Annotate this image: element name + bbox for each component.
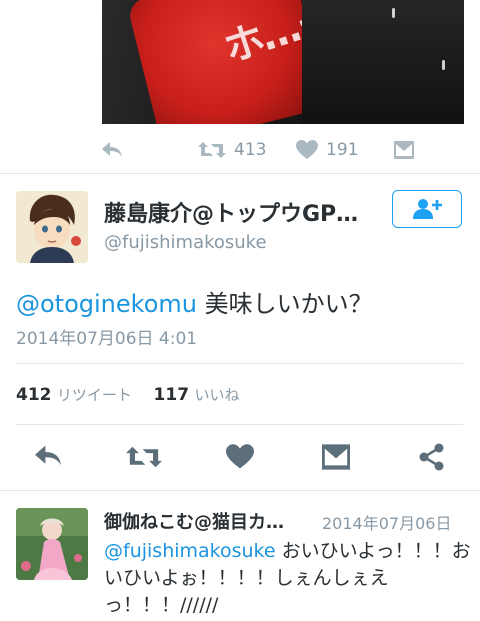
- tweet-body: 美味しいかい？: [196, 290, 373, 318]
- retweets-count[interactable]: 412: [16, 385, 52, 405]
- photo-speck: [392, 8, 395, 18]
- prev-tweet-actions: 413 191: [0, 130, 480, 170]
- direct-message-icon[interactable]: [394, 141, 414, 159]
- photo-speck: [442, 60, 445, 70]
- mention-link[interactable]: @fujishimakosuke: [104, 540, 276, 562]
- divider: [16, 424, 463, 425]
- like-count: 191: [326, 140, 359, 160]
- like-icon[interactable]: [296, 140, 318, 160]
- avatar[interactable]: [16, 191, 88, 263]
- retweets-label[interactable]: リツイート: [57, 386, 132, 404]
- reply-display-name[interactable]: 御伽ねこむ@猫目カ…: [104, 508, 284, 534]
- share-icon[interactable]: [418, 443, 446, 471]
- retweet-icon[interactable]: [198, 140, 226, 160]
- avatar[interactable]: [16, 508, 88, 580]
- reply-icon[interactable]: [32, 443, 64, 469]
- tweet-photo[interactable]: ホ…ートーセ: [102, 0, 464, 124]
- mention-link[interactable]: @otoginekomu: [16, 290, 197, 318]
- reply-date: 2014年07月06日: [322, 514, 452, 533]
- reply-text: @fujishimakosuke おいひいよっ！！！おいひいよぉ！！！！しぇんし…: [104, 538, 474, 619]
- user-handle[interactable]: @fujishimakosuke: [104, 232, 267, 253]
- tweet-stats: 412 リツイート 117 いいね: [16, 384, 239, 405]
- like-icon[interactable]: [226, 444, 254, 470]
- avatar-illustration-icon: [16, 191, 88, 263]
- reply-icon[interactable]: [100, 140, 124, 160]
- follow-button[interactable]: [392, 190, 462, 228]
- likes-label[interactable]: いいね: [194, 386, 239, 404]
- tweet-text: @otoginekomu 美味しいかい？: [16, 284, 373, 319]
- add-user-icon: [413, 199, 442, 219]
- divider: [0, 173, 480, 174]
- direct-message-icon[interactable]: [322, 444, 350, 470]
- likes-count[interactable]: 117: [154, 385, 190, 405]
- divider: [16, 363, 463, 364]
- avatar-photo-icon: [16, 508, 88, 580]
- divider: [0, 490, 480, 491]
- retweet-count: 413: [234, 140, 267, 160]
- retweet-icon[interactable]: [126, 444, 162, 470]
- tweet-timestamp: 2014年07月06日 4:01: [16, 329, 198, 349]
- photo-dark-area: [302, 0, 464, 124]
- display-name[interactable]: 藤島康介@トップウGP…: [104, 196, 358, 228]
